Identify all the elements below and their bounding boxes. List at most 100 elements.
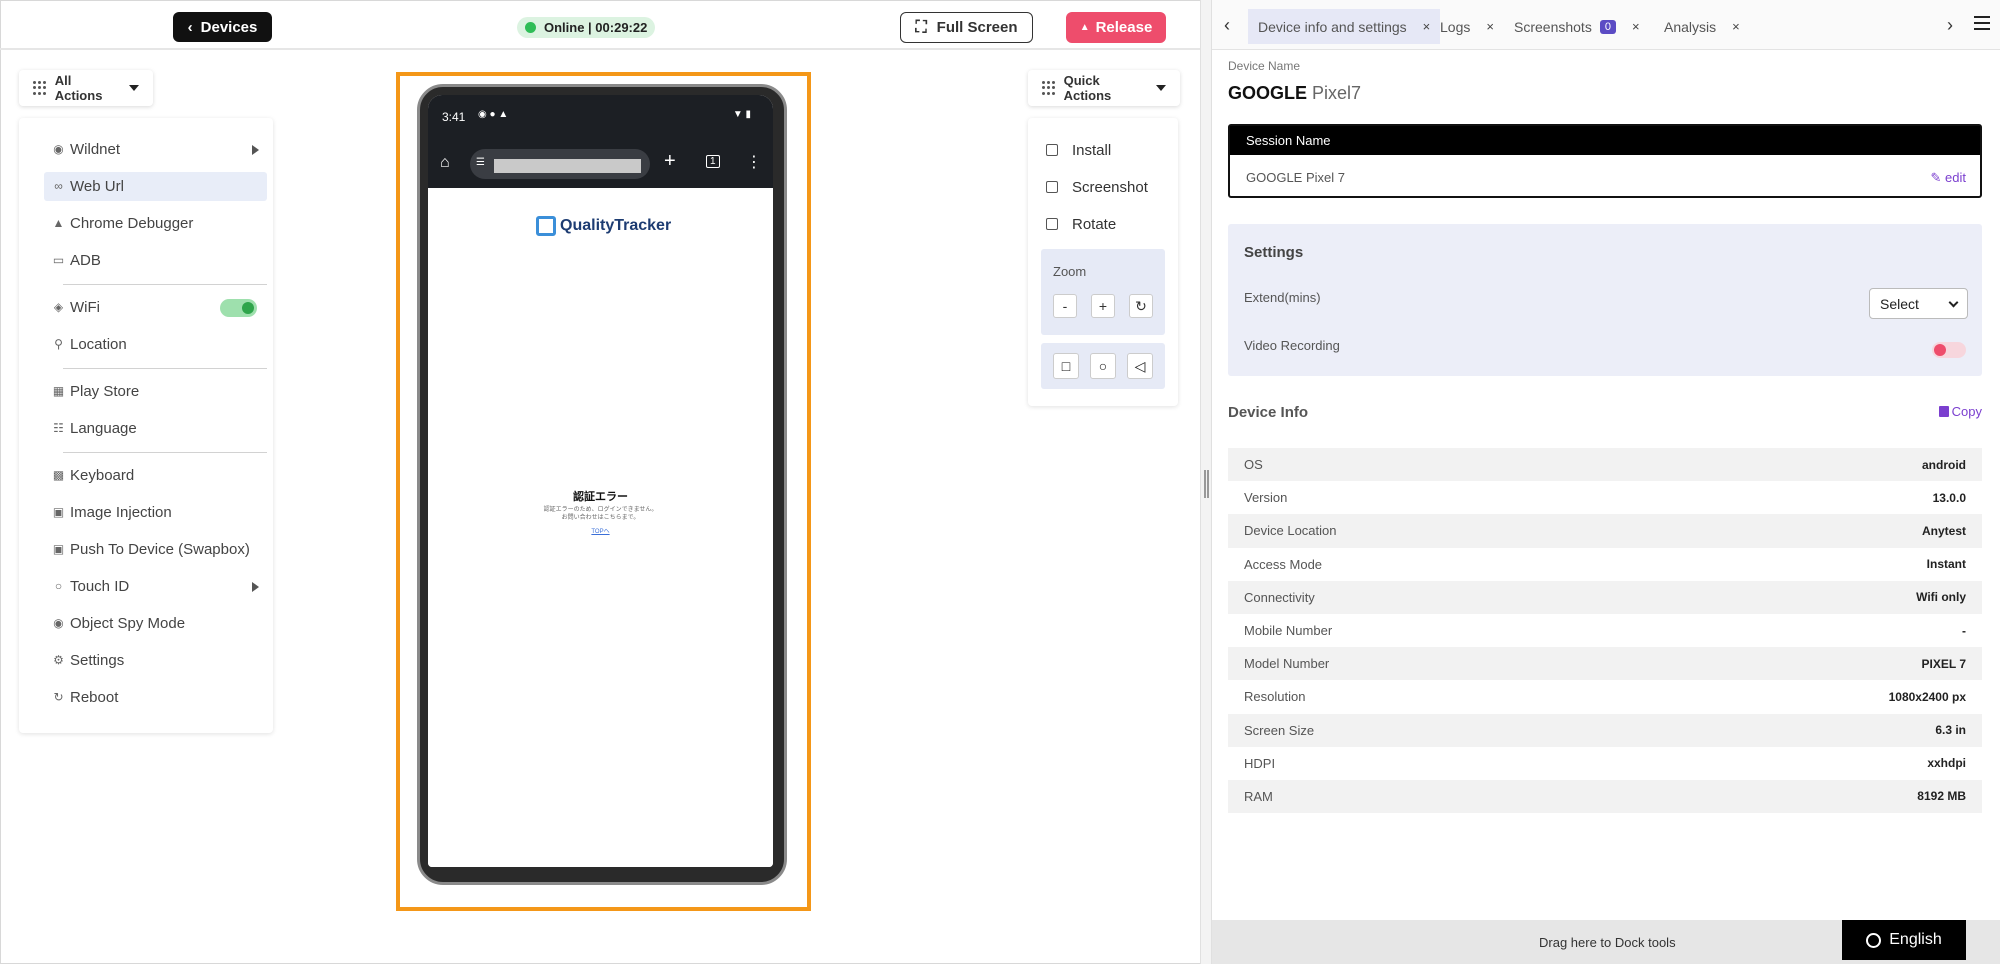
table-row: Device Location Anytest: [1228, 514, 1982, 548]
hamburger-menu-icon[interactable]: [1974, 16, 1990, 30]
info-value: android: [1922, 457, 1966, 472]
home-icon[interactable]: ⌂: [440, 154, 450, 172]
error-link[interactable]: TOPへ: [428, 526, 773, 535]
menu-item-keyboard[interactable]: ▩ Keyboard: [44, 461, 267, 490]
square-icon: □: [1061, 358, 1071, 374]
menu-item-web-url[interactable]: ∞ Web Url: [44, 172, 267, 201]
menu-item-chrome-debugger[interactable]: ▲ Chrome Debugger: [44, 209, 267, 238]
edit-session-button[interactable]: ✎ edit: [1931, 170, 1967, 186]
close-icon[interactable]: ×: [1632, 19, 1640, 34]
home-button[interactable]: ○: [1090, 353, 1116, 379]
info-value: 1080x2400 px: [1888, 689, 1966, 704]
wifi-toggle[interactable]: [220, 299, 257, 317]
menu-item-wildnet[interactable]: ◉ Wildnet: [44, 135, 267, 164]
tab-logs[interactable]: Logs ×: [1430, 9, 1504, 44]
install-button[interactable]: Install: [1042, 137, 1172, 163]
tab-device-info[interactable]: Device info and settings ×: [1248, 9, 1441, 44]
info-key: Mobile Number: [1244, 623, 1333, 639]
location-pin-icon: ⚲: [54, 337, 63, 351]
zoom-out-button[interactable]: -: [1053, 294, 1077, 318]
site-settings-icon: ☰: [476, 157, 485, 168]
all-actions-dropdown[interactable]: All Actions: [19, 70, 153, 106]
upload-icon: ▣: [52, 542, 65, 556]
table-row: Model Number PIXEL 7: [1228, 647, 1982, 681]
tab-analysis[interactable]: Analysis ×: [1654, 9, 1750, 44]
device-screen[interactable]: 3:41 ◉ ● ▲ ▼ ▮ ⌂ ☰ + 1 ⋮ QualityTracker …: [428, 95, 773, 867]
menu-item-language[interactable]: ☷ Language: [44, 414, 267, 443]
wifi-battery-icon: ▼ ▮: [732, 109, 751, 120]
menu-item-label: Chrome Debugger: [70, 215, 194, 232]
top-bar: ‹ Devices Online | 00:29:22 ⛶ Full Scree…: [0, 0, 1200, 50]
quick-actions-dropdown[interactable]: Quick Actions: [1028, 70, 1180, 106]
edit-label: edit: [1945, 170, 1966, 185]
browser-toolbar: ⌂ ☰ + 1 ⋮: [428, 140, 773, 188]
info-value: 6.3 in: [1935, 723, 1966, 738]
wifi-icon: ◈: [53, 300, 64, 314]
menu-item-wifi[interactable]: ◈ WiFi: [44, 293, 267, 322]
menu-item-settings[interactable]: ⚙ Settings: [44, 646, 267, 675]
chevron-right-icon: [252, 582, 259, 592]
tab-count-icon[interactable]: 1: [706, 155, 720, 168]
copy-label: Copy: [1951, 404, 1982, 419]
menu-item-adb[interactable]: ▭ ADB: [44, 246, 267, 275]
close-icon[interactable]: ×: [1486, 19, 1494, 34]
panel-splitter[interactable]: [1200, 0, 1212, 964]
settings-section: Settings Extend(mins) Select Video Recor…: [1228, 224, 1982, 376]
fingerprint-icon: ○: [54, 579, 63, 593]
menu-item-label: Settings: [70, 652, 125, 669]
tab-label: Screenshots: [1514, 18, 1592, 35]
error-title: 認証エラー: [573, 491, 628, 503]
status-indicators-icon: ◉ ● ▲: [478, 109, 509, 120]
tab-scroll-left-icon[interactable]: ‹: [1212, 0, 1242, 50]
screenshot-button[interactable]: Screenshot: [1042, 174, 1172, 200]
language-button[interactable]: English: [1842, 920, 1966, 960]
dock-hint-text: Drag here to Dock tools: [1539, 935, 1676, 950]
info-key: Access Mode: [1244, 556, 1323, 572]
rotate-button[interactable]: Rotate: [1042, 211, 1172, 237]
new-tab-plus-icon[interactable]: +: [664, 150, 676, 173]
menu-item-object-spy-mode[interactable]: ◉ Object Spy Mode: [44, 609, 267, 638]
full-screen-button[interactable]: ⛶ Full Screen: [900, 12, 1033, 43]
caret-down-icon: [1156, 85, 1166, 91]
phone-status-bar: 3:41 ◉ ● ▲ ▼ ▮: [428, 95, 773, 140]
zoom-controls: Zoom - + ↻: [1041, 249, 1165, 335]
recent-apps-button[interactable]: □: [1053, 353, 1079, 379]
translate-icon: ☷: [53, 421, 64, 435]
video-recording-toggle[interactable]: [1932, 342, 1966, 358]
tab-screenshots[interactable]: Screenshots 0 ×: [1504, 9, 1650, 44]
menu-item-reboot[interactable]: ↻ Reboot: [44, 683, 267, 712]
copy-device-info-button[interactable]: Copy: [1938, 404, 1982, 419]
table-row: Version 13.0.0: [1228, 481, 1982, 514]
release-label: Release: [1095, 19, 1153, 36]
menu-item-label: Object Spy Mode: [70, 615, 186, 632]
drag-handle-icon[interactable]: [1204, 470, 1209, 498]
devices-back-button[interactable]: ‹ Devices: [173, 12, 272, 42]
chevron-down-icon: [1948, 297, 1959, 308]
zoom-reset-button[interactable]: ↻: [1129, 294, 1153, 318]
menu-item-image-injection[interactable]: ▣ Image Injection: [44, 498, 267, 527]
session-name-box: Session Name GOOGLE Pixel 7 ✎ edit: [1228, 124, 1982, 198]
overflow-menu-icon[interactable]: ⋮: [746, 152, 762, 172]
back-button[interactable]: ◁: [1127, 353, 1153, 379]
release-button[interactable]: ▲ Release: [1066, 12, 1166, 43]
menu-item-location[interactable]: ⚲ Location: [44, 330, 267, 359]
browser-address-bar[interactable]: ☰: [470, 149, 650, 179]
menu-item-play-store[interactable]: ▦ Play Store: [44, 377, 267, 406]
device-model: Pixel7: [1312, 83, 1362, 103]
menu-item-touch-id[interactable]: ○ Touch ID: [44, 572, 267, 601]
info-key: Screen Size: [1244, 722, 1315, 738]
info-key: Device Location: [1244, 523, 1337, 539]
info-value: Wifi only: [1916, 590, 1966, 605]
extend-select[interactable]: Select: [1869, 288, 1968, 319]
tab-scroll-right-icon[interactable]: ›: [1935, 0, 1965, 50]
extend-label: Extend(mins): [1244, 290, 1321, 305]
install-icon: [1046, 144, 1058, 156]
info-value: PIXEL 7: [1921, 656, 1966, 671]
close-icon[interactable]: ×: [1732, 19, 1740, 34]
info-key: Model Number: [1244, 656, 1330, 672]
gear-icon: ⚙: [53, 653, 64, 667]
menu-item-label: ADB: [70, 252, 101, 269]
menu-divider: [63, 368, 267, 369]
menu-item-push-to-device[interactable]: ▣ Push To Device (Swapbox): [44, 535, 267, 564]
zoom-in-button[interactable]: +: [1091, 294, 1115, 318]
